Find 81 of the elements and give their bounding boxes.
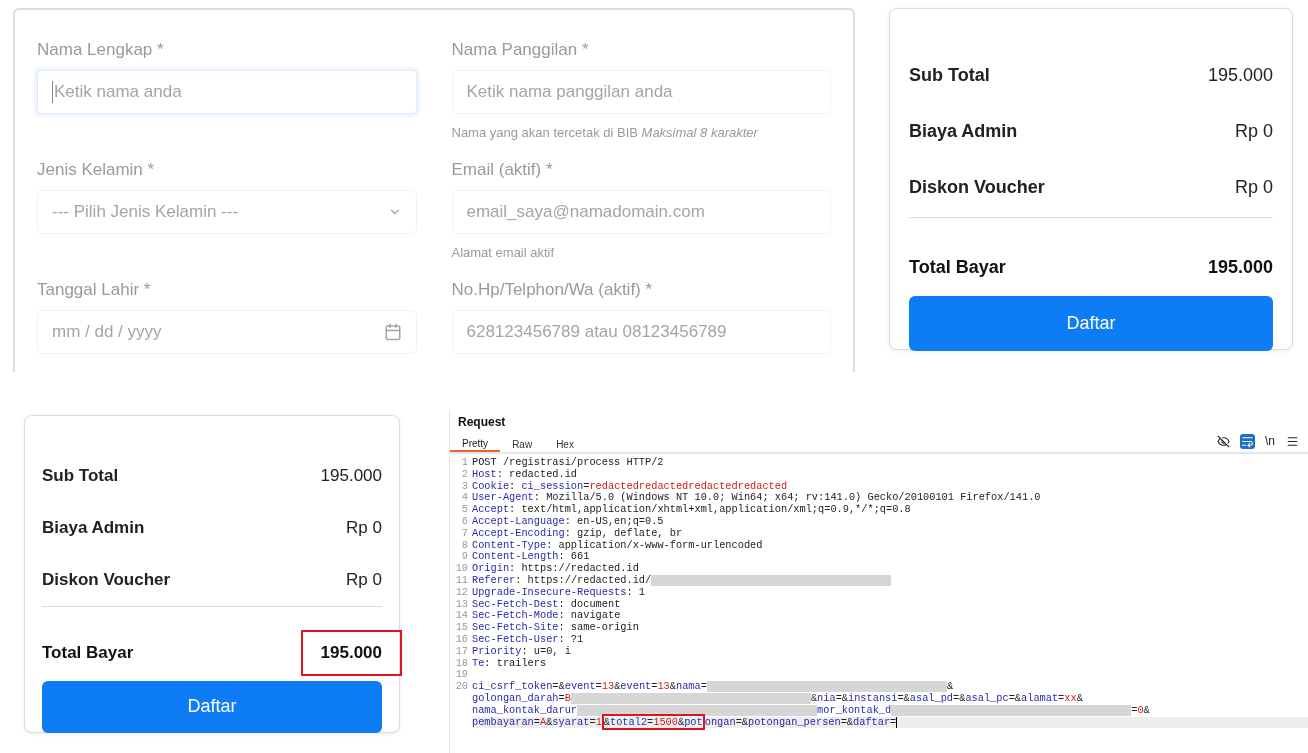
code-line: Origin: https://redacted.id [472, 563, 640, 575]
code-line: Priority: u=0, i [472, 645, 572, 658]
code-line: Sec-Fetch-Site: same-origin [472, 622, 640, 634]
code-line: User-Agent: Mozilla/5.0 (Windows NT 10.0; Win64; x64; rv:141.0) Gecko/20100101 Firefox/141.0 [472, 492, 1042, 504]
line-number: 12 [454, 586, 469, 599]
summary-label: Diskon Voucher [909, 175, 1045, 199]
line-number: 14 [454, 610, 469, 623]
line-number: 11 [454, 574, 469, 587]
line-number: 17 [454, 645, 469, 658]
total-value: 195.000 [1207, 255, 1273, 279]
line-number: 9 [460, 551, 469, 564]
help-text: Nama yang akan tercetak di BIB Maksimal 8 karakter [451, 125, 758, 140]
line-number: 2 [460, 468, 469, 481]
input-field[interactable]: 628123456789 atau 08123456789 [451, 310, 831, 354]
code-line: Cookie: ci_session=redactedredactedredactedredacted [472, 480, 789, 492]
field-label: No.Hp/Telphon/Wa (aktif) * [451, 279, 653, 301]
wrap-text-icon[interactable] [1240, 433, 1255, 449]
field-label: Jenis Kelamin * [37, 159, 155, 181]
line-number: 5 [460, 504, 469, 516]
line-number: 13 [454, 598, 469, 611]
highlight-box: &total2=1500&pot [601, 713, 705, 730]
line-number: 4 [460, 492, 469, 505]
gender-select[interactable]: --- Pilih Jenis Kelamin --- [37, 190, 417, 234]
newline-toggle[interactable]: \n [1264, 432, 1276, 450]
field-label: Nama Panggilan * [451, 39, 589, 61]
line-number: 16 [454, 633, 469, 646]
code-line: Accept: text/html,application/xhtml+xml,application/xml;q=0.9,*/*;q=0.8 [472, 504, 912, 516]
input-field[interactable]: Ketik nama panggilan anda [451, 70, 831, 114]
line-number: 15 [454, 622, 469, 634]
summary-value: Rp 0 [1234, 119, 1273, 143]
field-label: Nama Lengkap * [37, 39, 164, 61]
summary-value: Rp 0 [346, 517, 382, 540]
date-field[interactable]: mm / dd / yyyy [37, 310, 417, 354]
summary-value: 195.000 [320, 465, 382, 488]
help-text: Alamat email aktif [451, 245, 555, 260]
code-line: Content-Length: 661 [472, 551, 591, 563]
field-label: Email (aktif) * [451, 159, 553, 181]
code-line: Accept-Encoding: gzip, deflate, br [472, 527, 684, 540]
summary-value: Rp 0 [1234, 175, 1273, 199]
summary-label: Biaya Admin [42, 517, 145, 540]
code-line: Content-Type: application/x-www-form-urlencoded [472, 539, 764, 551]
total-label: Total Bayar [42, 642, 134, 665]
line-number: 8 [460, 539, 469, 552]
total-label: Total Bayar [909, 255, 1006, 279]
code-line: Sec-Fetch-User: ?1 [472, 633, 585, 646]
eye-off-icon[interactable] [1216, 433, 1231, 449]
code-line: Sec-Fetch-Dest: document [472, 598, 622, 610]
summary-label: Sub Total [909, 63, 990, 87]
code-line: Referer: https://redacted.id/ [472, 574, 1308, 587]
line-number: 20 [454, 681, 469, 693]
code-line: golongan_darah=B &nia=&instansi=&asal_pd=&asal_pc=&alamat=xx& [472, 692, 1084, 705]
input-field[interactable]: Ketik nama anda [37, 70, 417, 114]
summary-value: Rp 0 [346, 569, 382, 592]
calendar-icon [383, 323, 402, 341]
panel-title: Request [457, 414, 506, 431]
code-line: POST /registrasi/process HTTP/2 [472, 457, 665, 469]
line-number: 1 [460, 457, 469, 469]
register-button[interactable]: Daftar [909, 296, 1273, 351]
total-value: 195.000 [300, 630, 402, 676]
summary-label: Sub Total [42, 465, 119, 488]
view-tab[interactable]: Raw [500, 436, 545, 452]
code-line: Upgrade-Insecure-Requests: 1 [472, 586, 647, 599]
line-number: 10 [454, 563, 469, 575]
code-line: ci_csrf_token=&event=13&event=13&nama= & [472, 681, 955, 693]
line-number: 19 [454, 669, 469, 682]
code-line: Accept-Language: en-US,en;q=0.5 [472, 516, 665, 528]
field-label: Tanggal Lahir * [37, 279, 151, 301]
line-number: 18 [454, 657, 469, 670]
summary-label: Diskon Voucher [42, 569, 171, 592]
summary-label: Biaya Admin [909, 119, 1018, 143]
line-number: 7 [460, 527, 469, 540]
view-tab[interactable]: Hex [544, 436, 586, 452]
summary-value: 195.000 [1207, 63, 1273, 87]
line-number: 3 [460, 480, 469, 493]
register-button[interactable]: Daftar [42, 680, 382, 733]
input-field[interactable]: email_saya@namadomain.com [451, 190, 831, 234]
code-line: Host: redacted.id [472, 468, 579, 481]
code-line: Sec-Fetch-Mode: navigate [472, 610, 622, 622]
view-tab[interactable]: Pretty [450, 436, 501, 452]
code-line: Te: trailers [472, 657, 548, 670]
line-number: 6 [460, 516, 469, 528]
